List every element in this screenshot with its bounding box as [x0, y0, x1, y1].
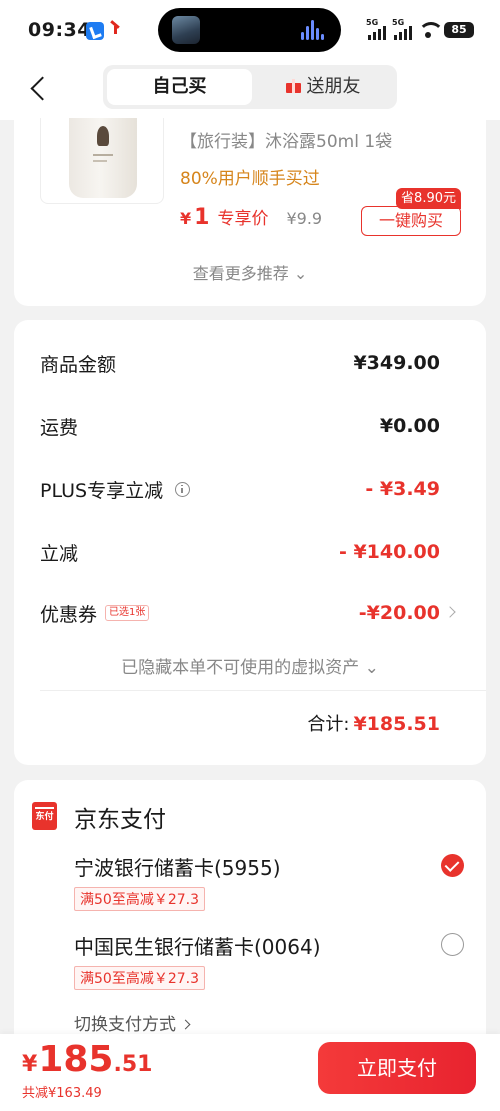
flag-notification-icon	[110, 20, 124, 34]
price-row-value: - ¥3.49	[365, 478, 440, 500]
price-detail-card: 商品金额 ¥349.00 运费 ¥0.00 PLUS专享立减 - ¥3.49 立…	[14, 320, 486, 765]
switch-payment-label: 切换支付方式	[74, 1015, 176, 1035]
save-badge: 省8.90元	[396, 188, 461, 209]
bottle-image	[69, 118, 137, 198]
price-row-value: ¥349.00	[353, 352, 440, 374]
one-click-buy-button[interactable]: 一键购买	[361, 206, 461, 236]
total-value: ¥185.51	[353, 713, 440, 735]
rec-product-subtitle: 80%用户顺手买过	[180, 169, 320, 189]
pay-amount: ¥ 185 .51	[22, 1039, 152, 1080]
radio-unselected-icon[interactable]	[441, 933, 464, 956]
rec-product-title[interactable]: 【旅行装】沐浴露50ml 1袋	[180, 127, 392, 152]
tab-send-friend[interactable]: 送朋友	[253, 69, 393, 105]
total-label: 合计:	[307, 714, 350, 735]
payment-option-ningbo[interactable]: 宁波银行储蓄卡(5955) 满50至高减￥27.3	[74, 852, 474, 911]
radio-selected-icon[interactable]	[441, 854, 464, 877]
bank-promo: 满50至高减￥27.3	[74, 966, 205, 990]
rec-price-tag: 专享价	[217, 209, 269, 229]
price-row-discount: 立减 - ¥140.00	[40, 537, 440, 567]
divider	[40, 690, 486, 691]
payment-card: 东付 京东支付 宁波银行储蓄卡(5955) 满50至高减￥27.3 中国民生银行…	[14, 780, 486, 1070]
price-row-label: 运费	[40, 416, 79, 439]
purchase-mode-tabs: 自己买 送朋友	[103, 65, 397, 109]
hidden-assets-toggle[interactable]: 已隐藏本单不可使用的虚拟资产 ⌄	[14, 653, 486, 678]
nav-bar: 自己买 送朋友	[0, 60, 500, 120]
price-row-label: PLUS专享立减	[40, 479, 164, 502]
price-row-label: 优惠券	[40, 603, 98, 626]
recommendation-card: 【旅行装】沐浴露50ml 1袋 80%用户顺手买过 ¥ 1 专享价 ¥9.9 一…	[14, 118, 486, 306]
dynamic-island	[158, 8, 341, 52]
tab-send-friend-label: 送朋友	[306, 76, 361, 97]
pay-amount-integer: 185	[38, 1039, 114, 1080]
price-row-shipping: 运费 ¥0.00	[40, 411, 440, 441]
more-recommendations-link[interactable]: 查看更多推荐 ⌄	[14, 260, 486, 284]
product-image[interactable]	[40, 118, 164, 204]
bank-name: 宁波银行储蓄卡(5955)	[74, 856, 281, 880]
order-total: 合计: ¥185.51	[307, 710, 440, 736]
status-time: 09:34	[28, 19, 91, 41]
chevron-right-icon	[444, 606, 456, 618]
payment-title: 京东支付	[74, 807, 166, 833]
jd-pay-icon: 东付	[32, 802, 57, 830]
bottom-pay-bar: ¥ 185 .51 共减¥163.49 立即支付	[0, 1034, 500, 1111]
app-notification-icon	[86, 22, 104, 40]
bank-promo: 满50至高减￥27.3	[74, 887, 205, 911]
battery-icon: 85	[444, 22, 474, 38]
price-row-label-wrap: 优惠券 已选1张	[40, 600, 150, 627]
total-saved: 共减¥163.49	[22, 1086, 102, 1101]
pay-now-button[interactable]: 立即支付	[318, 1042, 476, 1094]
signal-icon: 5G	[392, 18, 412, 40]
audio-wave-icon	[301, 20, 327, 40]
rec-price-value: 1	[194, 205, 210, 230]
wifi-icon	[418, 22, 444, 38]
status-indicators: 5G 5G 85	[366, 18, 474, 40]
info-icon[interactable]	[175, 481, 191, 497]
chevron-right-icon	[180, 1019, 191, 1030]
pay-amount-symbol: ¥	[22, 1052, 38, 1077]
gift-icon	[285, 79, 301, 93]
price-row-label: 商品金额	[40, 353, 117, 376]
bank-name: 中国民生银行储蓄卡(0064)	[74, 935, 321, 959]
price-row-goods: 商品金额 ¥349.00	[40, 348, 440, 378]
payment-option-minsheng[interactable]: 中国民生银行储蓄卡(0064) 满50至高减￥27.3	[74, 931, 474, 990]
price-row-coupon[interactable]: 优惠券 已选1张 -¥20.00	[40, 598, 456, 628]
rec-price: ¥ 1 专享价 ¥9.9	[180, 204, 322, 230]
price-row-label-wrap: PLUS专享立减	[40, 476, 191, 503]
media-thumbnail	[172, 16, 200, 44]
price-row-label: 立减	[40, 542, 79, 565]
price-row-value: - ¥140.00	[338, 541, 440, 563]
coupon-count-badge: 已选1张	[105, 605, 150, 621]
price-row-value: -¥20.00	[358, 602, 440, 624]
rec-original-price: ¥9.9	[286, 209, 323, 228]
price-row-value: ¥0.00	[379, 415, 440, 437]
signal-icon: 5G	[366, 18, 386, 40]
rec-price-symbol: ¥	[180, 209, 192, 228]
one-click-buy: 一键购买 省8.90元	[361, 188, 461, 236]
pay-amount-decimal: .51	[113, 1052, 153, 1077]
switch-payment-method[interactable]: 切换支付方式	[74, 1010, 191, 1035]
checkout-page: 09:34 5G 5G 85 自己买 送朋友 【旅行装】沐浴露50ml 1袋 8…	[0, 0, 500, 1111]
price-row-plus: PLUS专享立减 - ¥3.49	[40, 474, 440, 504]
back-button[interactable]	[22, 72, 56, 106]
tab-buy-self[interactable]: 自己买	[107, 69, 252, 105]
status-bar: 09:34 5G 5G 85	[0, 0, 500, 60]
